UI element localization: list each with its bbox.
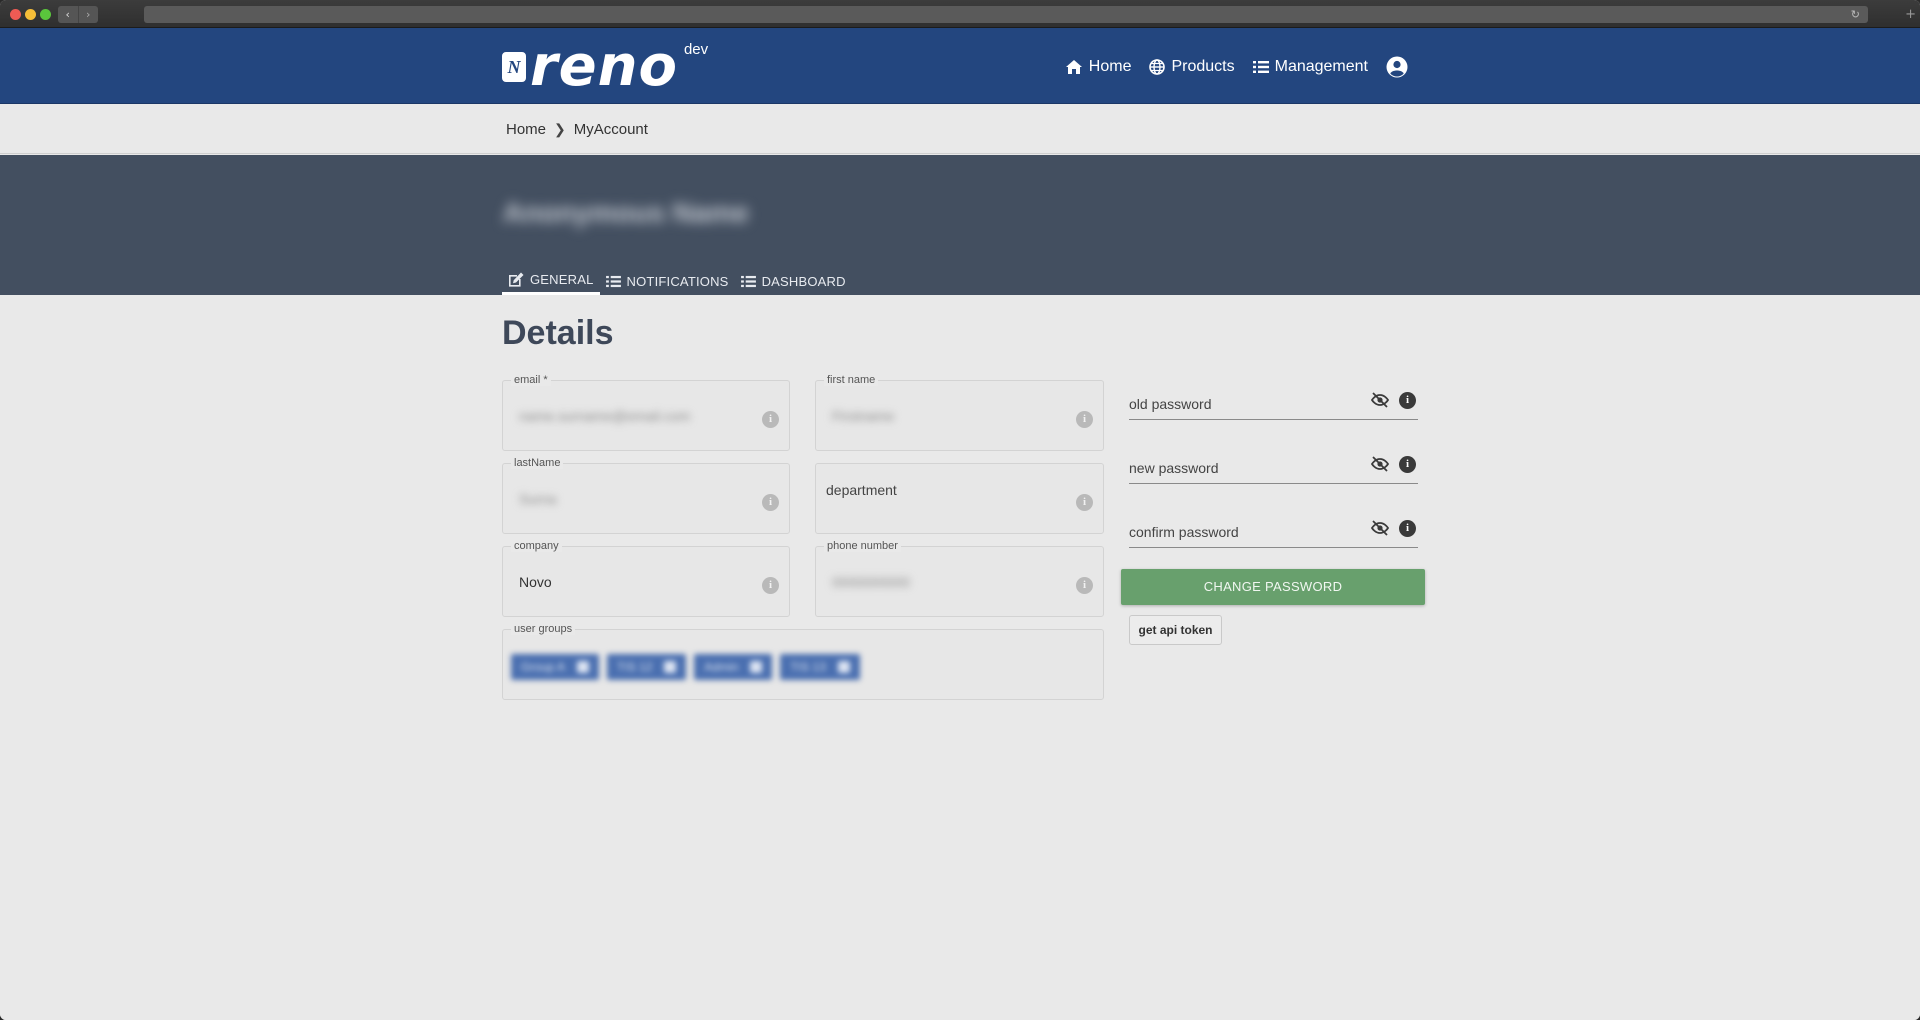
breadcrumb-myaccount[interactable]: MyAccount: [574, 121, 648, 138]
remove-icon[interactable]: [664, 661, 677, 673]
back-icon[interactable]: ‹: [58, 6, 79, 23]
confirm-password-input[interactable]: confirm password i: [1129, 506, 1418, 548]
tab-notifications[interactable]: NOTIFICATIONS: [600, 267, 735, 295]
eye-slash-icon[interactable]: [1370, 520, 1390, 536]
environment-label: dev: [683, 41, 709, 58]
phone-number-value: 0000000000: [832, 574, 910, 590]
account-menu-button[interactable]: [1386, 56, 1408, 78]
info-icon[interactable]: i: [1399, 456, 1416, 473]
email-label: email *: [511, 374, 551, 386]
last-name-value: Surna: [519, 491, 557, 507]
new-tab-icon[interactable]: +: [1905, 6, 1916, 23]
nav-management-label: Management: [1274, 58, 1368, 75]
email-value: name.surname@email.com: [519, 408, 691, 424]
email-field[interactable]: email * name.surname@email.com i: [502, 374, 790, 451]
account-username: Anonymous Name: [503, 197, 749, 228]
tab-dashboard-label: DASHBOARD: [761, 273, 846, 289]
company-field[interactable]: company Novo i: [502, 540, 790, 617]
first-name-field[interactable]: first name Firstname i: [815, 374, 1104, 451]
new-password-placeholder: new password: [1129, 460, 1219, 476]
info-icon[interactable]: i: [1399, 520, 1416, 537]
nav-products-label: Products: [1171, 58, 1235, 75]
chip-label: Admin: [704, 660, 739, 674]
get-api-token-button[interactable]: get api token: [1129, 615, 1222, 645]
edit-icon: [509, 272, 524, 287]
user-group-chip[interactable]: Group A: [511, 654, 600, 680]
user-group-chip[interactable]: TIS 12: [607, 654, 687, 680]
info-icon[interactable]: i: [1399, 392, 1416, 409]
info-icon[interactable]: i: [762, 494, 779, 511]
maximize-window-button[interactable]: [40, 9, 51, 20]
details-panel: Details email * name.surname@email.com i…: [0, 296, 1920, 1020]
info-icon[interactable]: i: [762, 577, 779, 594]
eye-slash-icon[interactable]: [1370, 456, 1390, 472]
info-icon[interactable]: i: [1076, 494, 1093, 511]
user-groups-field[interactable]: user groups Group A TIS 12 Admin TIS 13: [502, 623, 1104, 700]
change-password-button[interactable]: CHANGE PASSWORD: [1121, 569, 1425, 605]
browser-window: ‹ › ↻ + N reno dev Home Products Managem…: [0, 0, 1920, 1020]
nav-management[interactable]: Management: [1252, 58, 1368, 76]
list-icon: [605, 275, 621, 287]
confirm-password-placeholder: confirm password: [1129, 524, 1239, 540]
chevron-right-icon: ❯: [554, 121, 566, 137]
account-banner: Anonymous Name GENERAL NOTIFICATIONS DAS…: [0, 155, 1920, 295]
tab-general[interactable]: GENERAL: [502, 267, 600, 295]
logo-wordmark: reno: [530, 34, 678, 99]
nav-home[interactable]: Home: [1065, 58, 1132, 76]
account-tabs: GENERAL NOTIFICATIONS DASHBOARD: [502, 267, 852, 295]
last-name-label: lastName: [511, 457, 564, 469]
department-field[interactable]: department i: [815, 463, 1104, 534]
logo[interactable]: N reno dev: [502, 34, 708, 99]
last-name-field[interactable]: lastName Surna i: [502, 457, 790, 534]
chip-label: Group A: [521, 660, 566, 674]
eye-slash-icon[interactable]: [1370, 392, 1390, 408]
app-header: N reno dev Home Products Management: [0, 28, 1920, 104]
list-icon: [740, 275, 756, 287]
old-password-input[interactable]: old password i: [1129, 378, 1418, 420]
user-group-chip[interactable]: TIS 13: [780, 654, 860, 680]
first-name-label: first name: [824, 374, 879, 386]
first-name-value: Firstname: [832, 408, 895, 424]
phone-number-field[interactable]: phone number 0000000000 i: [815, 540, 1104, 617]
home-icon: [1065, 60, 1082, 74]
reload-icon[interactable]: ↻: [1851, 6, 1860, 23]
info-icon[interactable]: i: [1076, 411, 1093, 428]
breadcrumb: Home ❯ MyAccount: [0, 105, 1920, 154]
department-placeholder: department: [826, 482, 897, 498]
phone-number-label: phone number: [824, 540, 901, 552]
address-bar[interactable]: ↻: [144, 6, 1868, 23]
tab-notifications-label: NOTIFICATIONS: [626, 273, 729, 289]
new-password-input[interactable]: new password i: [1129, 442, 1418, 484]
browser-chrome: ‹ › ↻ +: [0, 0, 1920, 28]
minimize-window-button[interactable]: [25, 9, 36, 20]
user-groups-chips: Group A TIS 12 Admin TIS 13: [511, 654, 860, 680]
info-icon[interactable]: i: [762, 411, 779, 428]
chip-label: TIS 13: [790, 660, 826, 674]
tab-dashboard[interactable]: DASHBOARD: [735, 267, 852, 295]
remove-icon[interactable]: [577, 661, 590, 673]
top-nav: Home Products Management: [1065, 56, 1408, 78]
history-nav: ‹ ›: [58, 6, 98, 23]
old-password-placeholder: old password: [1129, 396, 1212, 412]
remove-icon[interactable]: [837, 661, 850, 673]
remove-icon[interactable]: [750, 661, 763, 673]
close-window-button[interactable]: [10, 9, 21, 20]
forward-icon[interactable]: ›: [79, 6, 99, 23]
breadcrumb-home[interactable]: Home: [506, 121, 546, 138]
user-circle-icon: [1386, 56, 1408, 78]
chip-label: TIS 12: [617, 660, 653, 674]
nav-products[interactable]: Products: [1149, 58, 1235, 76]
logo-badge-icon: N: [502, 52, 526, 82]
tab-general-label: GENERAL: [530, 272, 594, 287]
page-title: Details: [502, 314, 614, 352]
globe-icon: [1149, 59, 1166, 75]
user-groups-label: user groups: [511, 623, 576, 635]
info-icon[interactable]: i: [1076, 577, 1093, 594]
user-group-chip[interactable]: Admin: [694, 654, 773, 680]
company-value: Novo: [519, 574, 552, 590]
nav-home-label: Home: [1088, 58, 1132, 75]
list-icon: [1252, 61, 1269, 73]
company-label: company: [511, 540, 562, 552]
